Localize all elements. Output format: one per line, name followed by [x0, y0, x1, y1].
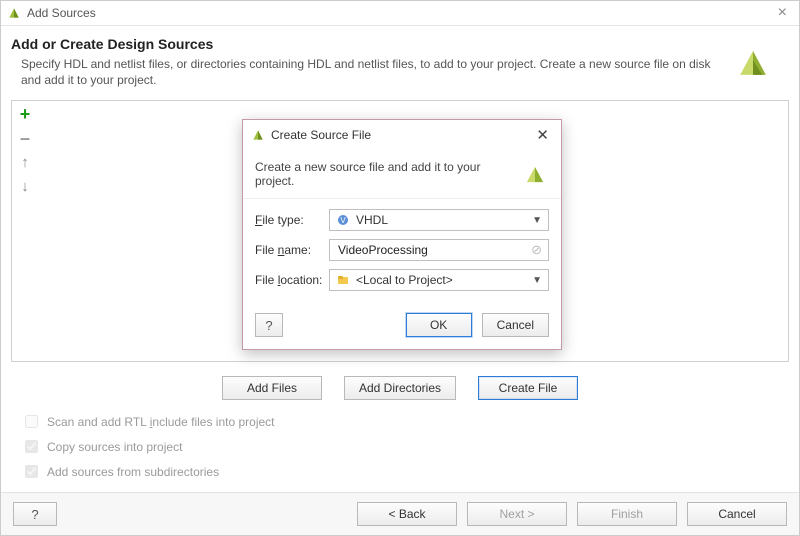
titlebar: Add Sources ×: [1, 1, 799, 26]
dialog-cancel-button[interactable]: Cancel: [482, 313, 549, 337]
file-name-row: File name: ⊘: [255, 239, 549, 261]
back-button[interactable]: < Back: [357, 502, 457, 526]
folder-icon: [336, 273, 350, 287]
help-button[interactable]: ?: [13, 502, 57, 526]
add-sources-window: Add Sources × Add or Create Design Sourc…: [0, 0, 800, 536]
create-file-button[interactable]: Create File: [478, 376, 578, 400]
file-action-buttons: Add Files Add Directories Create File: [11, 376, 789, 400]
dialog-subtitle: Create a new source file and add it to y…: [255, 160, 521, 188]
window-title: Add Sources: [27, 6, 96, 20]
remove-row-button[interactable]: –: [16, 129, 34, 147]
copy-sources-checkbox[interactable]: Copy sources into project: [21, 437, 789, 456]
file-location-label: File location:: [255, 273, 329, 287]
chevron-down-icon: ▼: [532, 275, 542, 286]
cancel-button[interactable]: Cancel: [687, 502, 787, 526]
wizard-footer: ? < Back Next > Finish Cancel: [1, 492, 799, 535]
app-icon: [7, 6, 21, 20]
dialog-title: Create Source File: [271, 128, 371, 142]
window-close-button[interactable]: ×: [772, 4, 793, 22]
page-description: Specify HDL and netlist files, or direct…: [21, 56, 719, 88]
page-heading: Add or Create Design Sources: [11, 36, 719, 52]
dialog-logo-icon: [521, 160, 549, 188]
next-button: Next >: [467, 502, 567, 526]
finish-button: Finish: [577, 502, 677, 526]
file-name-label: File name:: [255, 243, 329, 257]
file-location-row: File location: <Local to Project> ▼: [255, 269, 549, 291]
svg-text:V: V: [340, 216, 346, 225]
vhdl-file-icon: V: [336, 213, 350, 227]
file-location-value: <Local to Project>: [356, 273, 453, 287]
create-source-file-dialog: Create Source File ✕ Create a new source…: [242, 119, 562, 350]
ok-button[interactable]: OK: [406, 313, 472, 337]
file-type-combo[interactable]: V VHDL ▼: [329, 209, 549, 231]
add-row-button[interactable]: +: [16, 105, 34, 123]
dialog-icon: [251, 128, 265, 142]
file-type-label: File type:: [255, 213, 329, 227]
add-files-button[interactable]: Add Files: [222, 376, 322, 400]
clear-input-icon[interactable]: ⊘: [531, 242, 542, 258]
dialog-help-button[interactable]: ?: [255, 313, 283, 337]
file-location-combo[interactable]: <Local to Project> ▼: [329, 269, 549, 291]
vivado-logo-icon: [731, 40, 775, 84]
chevron-down-icon: ▼: [532, 215, 542, 226]
dialog-footer: ? OK Cancel: [243, 305, 561, 349]
file-type-row: File type: V VHDL ▼: [255, 209, 549, 231]
dialog-header: Create a new source file and add it to y…: [243, 150, 561, 199]
file-name-input[interactable]: ⊘: [329, 239, 549, 261]
wizard-header: Add or Create Design Sources Specify HDL…: [1, 26, 799, 94]
options-checkboxes: Scan and add RTL include files into proj…: [11, 412, 789, 481]
dialog-close-button[interactable]: ✕: [532, 126, 553, 144]
add-subdirs-checkbox[interactable]: Add sources from subdirectories: [21, 462, 789, 481]
move-down-button[interactable]: ↓: [16, 177, 34, 195]
file-type-value: VHDL: [356, 213, 388, 227]
dialog-titlebar: Create Source File ✕: [243, 120, 561, 150]
list-side-buttons: + – ↑ ↓: [12, 101, 38, 361]
add-directories-button[interactable]: Add Directories: [344, 376, 456, 400]
move-up-button[interactable]: ↑: [16, 153, 34, 171]
file-name-field[interactable]: [336, 242, 531, 258]
scan-include-checkbox[interactable]: Scan and add RTL include files into proj…: [21, 412, 789, 431]
